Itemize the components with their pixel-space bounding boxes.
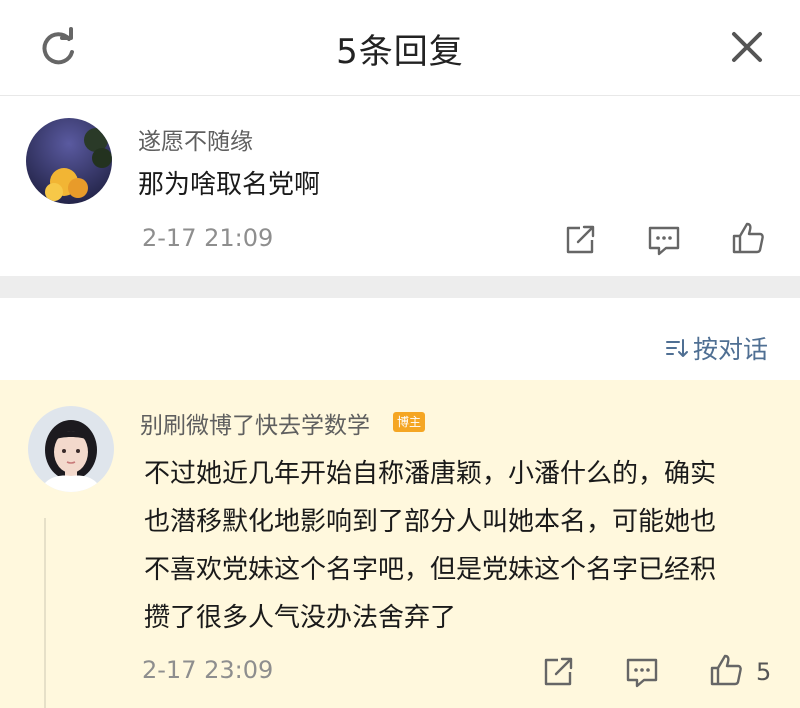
like-icon[interactable] [730,220,766,256]
timestamp: 2-17 21:09 [142,224,274,252]
sort-icon [665,339,688,357]
comment-icon[interactable] [646,222,682,258]
comment-line: 不过她近几年开始自称潘唐颖，小潘什么的，确实 [144,459,717,489]
username[interactable]: 遂愿不随缘 [138,122,253,156]
share-icon[interactable] [562,222,598,258]
like-icon[interactable] [708,652,744,688]
timestamp: 2-17 23:09 [142,656,274,684]
comment-line: 也潜移默化地影响到了部分人叫她本名，可能她也 [144,507,717,537]
sort-label: 按对话 [692,335,768,364]
comment-line: 不喜欢党妹这个名字吧，但是党妹这个名字已经积 [144,555,717,585]
author-badge: 博主 [393,412,425,432]
sort-bar: 按对话 [0,298,800,380]
close-icon[interactable] [726,26,768,68]
thread-line [44,518,46,708]
sort-by-conversation-button[interactable]: 按对话 [665,330,768,366]
parent-reply: 遂愿不随缘 那为啥取名党啊 2-17 21:09 [0,96,800,276]
avatar[interactable] [26,118,112,204]
username[interactable]: 别刷微博了快去学数学 [140,406,370,440]
avatar[interactable] [28,406,114,492]
share-icon[interactable] [540,654,576,690]
header-bar: 5条回复 [0,0,800,96]
comment-text: 不过她近几年开始自称潘唐颖，小潘什么的，确实 也潜移默化地影响到了部分人叫她本名… [144,450,774,642]
like-count: 5 [756,658,772,686]
comment-icon[interactable] [624,654,660,690]
main-comment: 别刷微博了快去学数学 博主 不过她近几年开始自称潘唐颖，小潘什么的，确实 也潜移… [0,380,800,708]
reply-text: 那为啥取名党啊 [138,170,321,200]
comment-line: 攒了很多人气没办法舍弃了 [144,603,457,633]
section-divider [0,276,800,298]
page-title: 5条回复 [336,32,464,72]
